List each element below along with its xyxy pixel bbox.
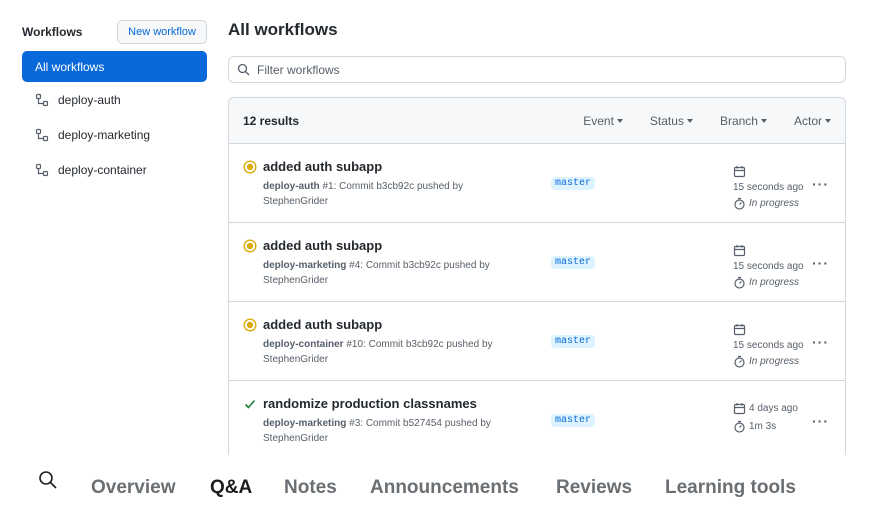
sidebar-item-deploy-auth[interactable]: deploy-auth [22, 82, 207, 117]
calendar-icon [733, 323, 746, 335]
workflow-run-row[interactable]: added auth subapp deploy-auth #1: Commit… [229, 144, 845, 223]
run-workflow-name: deploy-container [263, 339, 344, 350]
branch-badge[interactable]: master [551, 335, 596, 348]
run-commit-info: #3: Commit b527454 pushed by [346, 418, 491, 429]
tab-announcements[interactable]: Announcements [370, 477, 519, 499]
run-duration: In progress [749, 355, 800, 367]
calendar-icon [733, 402, 746, 414]
run-workflow-name: deploy-marketing [263, 260, 347, 271]
filter-label: Actor [793, 113, 822, 128]
run-title-link[interactable]: added auth subapp [263, 159, 382, 174]
run-time: 15 seconds ago In progress [733, 242, 804, 290]
in-progress-status-icon [243, 318, 257, 332]
run-timestamp: 15 seconds ago [733, 181, 804, 193]
tab-learning-tools[interactable]: Learning tools [665, 477, 796, 499]
stopwatch-icon [734, 276, 745, 289]
new-workflow-button[interactable]: New workflow [117, 20, 207, 44]
event-filter-dropdown[interactable]: Event [583, 114, 623, 128]
run-actor: StephenGrider [263, 354, 329, 365]
tab-overview[interactable]: Overview [91, 477, 176, 499]
run-meta: deploy-auth #1: Commit b3cb92c pushed by… [263, 179, 513, 209]
run-commit-info: #4: Commit b3cb92c pushed by [346, 260, 490, 271]
filter-placeholder: Filter workflows [257, 62, 340, 77]
run-title-link[interactable]: randomize production classnames [263, 396, 477, 411]
workflows-main: All workflows Filter workflows 12 result… [228, 20, 846, 456]
run-commit-info: #10: Commit b3cb92c pushed by [343, 339, 493, 350]
chevron-down-icon [686, 118, 693, 123]
sidebar-item-label: deploy-container [58, 162, 147, 177]
search-icon[interactable] [38, 470, 58, 490]
workflow-run-row[interactable]: randomize production classnames deploy-m… [229, 381, 845, 456]
run-meta: deploy-marketing #4: Commit b3cb92c push… [263, 258, 513, 288]
in-progress-status-icon [243, 239, 257, 253]
run-duration: 1m 3s [749, 420, 777, 432]
run-actor: StephenGrider [263, 433, 329, 444]
course-bottom-nav: Overview Q&A Notes Announcements Reviews… [0, 455, 871, 505]
table-header: 12 results Event Status Branch Actor [229, 98, 845, 144]
kebab-menu-icon[interactable]: ··· [812, 334, 829, 350]
branch-badge[interactable]: master [551, 256, 596, 269]
page-title: All workflows [228, 20, 338, 39]
tab-reviews[interactable]: Reviews [556, 477, 632, 499]
in-progress-status-icon [243, 160, 257, 174]
run-time: 15 seconds ago In progress [733, 163, 804, 211]
search-icon [237, 63, 250, 76]
actor-filter-dropdown[interactable]: Actor [794, 114, 831, 128]
workflows-sidebar: Workflows New workflow All workflows dep… [22, 20, 207, 187]
run-duration: In progress [749, 276, 800, 288]
workflow-run-row[interactable]: added auth subapp deploy-marketing #4: C… [229, 223, 845, 302]
run-title-link[interactable]: added auth subapp [263, 317, 382, 332]
calendar-icon [733, 165, 746, 177]
filter-label: Status [649, 113, 684, 128]
run-timestamp: 4 days ago [749, 402, 798, 414]
stopwatch-icon [734, 355, 745, 368]
branch-badge[interactable]: master [551, 414, 596, 427]
check-icon [244, 399, 256, 409]
sidebar-item-all-workflows[interactable]: All workflows [22, 51, 207, 82]
workflow-icon [35, 128, 49, 141]
run-title-link[interactable]: added auth subapp [263, 238, 382, 253]
calendar-icon [733, 244, 746, 256]
run-time: 15 seconds ago In progress [733, 321, 804, 369]
sidebar-item-label: deploy-auth [58, 92, 121, 107]
sidebar-header: Workflows New workflow [22, 20, 207, 44]
run-time: 4 days ago 1m 3s [733, 400, 798, 434]
run-meta: deploy-container #10: Commit b3cb92c pus… [263, 337, 513, 367]
run-timestamp: 15 seconds ago [733, 260, 804, 272]
kebab-menu-icon[interactable]: ··· [812, 176, 829, 192]
filter-label: Branch [719, 113, 758, 128]
run-meta: deploy-marketing #3: Commit b527454 push… [263, 416, 513, 446]
sidebar-item-deploy-container[interactable]: deploy-container [22, 152, 207, 187]
chevron-down-icon [616, 118, 623, 123]
chevron-down-icon [760, 118, 767, 123]
run-workflow-name: deploy-marketing [263, 418, 347, 429]
workflow-run-row[interactable]: added auth subapp deploy-container #10: … [229, 302, 845, 381]
sidebar-title: Workflows [22, 25, 83, 39]
branch-filter-dropdown[interactable]: Branch [720, 114, 767, 128]
run-workflow-name: deploy-auth [263, 181, 320, 192]
run-duration: In progress [749, 197, 800, 209]
run-commit-info: #1: Commit b3cb92c pushed by [319, 181, 464, 192]
tab-notes[interactable]: Notes [284, 477, 337, 499]
sidebar-item-deploy-marketing[interactable]: deploy-marketing [22, 117, 207, 152]
kebab-menu-icon[interactable]: ··· [812, 255, 829, 271]
kebab-menu-icon[interactable]: ··· [812, 413, 829, 429]
filter-label: Event [583, 113, 614, 128]
results-count: 12 results [243, 113, 300, 128]
run-actor: StephenGrider [263, 275, 329, 286]
branch-badge[interactable]: master [551, 177, 596, 190]
chevron-down-icon [825, 118, 831, 123]
sidebar-item-label: deploy-marketing [58, 127, 151, 142]
tab-qa[interactable]: Q&A [210, 477, 252, 499]
workflow-icon [35, 93, 49, 106]
run-timestamp: 15 seconds ago [733, 339, 804, 351]
status-filter-dropdown[interactable]: Status [650, 114, 693, 128]
filter-workflows-input[interactable]: Filter workflows [228, 56, 846, 83]
stopwatch-icon [734, 197, 745, 210]
run-actor: StephenGrider [263, 196, 329, 207]
workflow-runs-table: 12 results Event Status Branch Actor add… [228, 97, 846, 456]
workflow-icon [35, 163, 49, 176]
stopwatch-icon [734, 420, 745, 433]
